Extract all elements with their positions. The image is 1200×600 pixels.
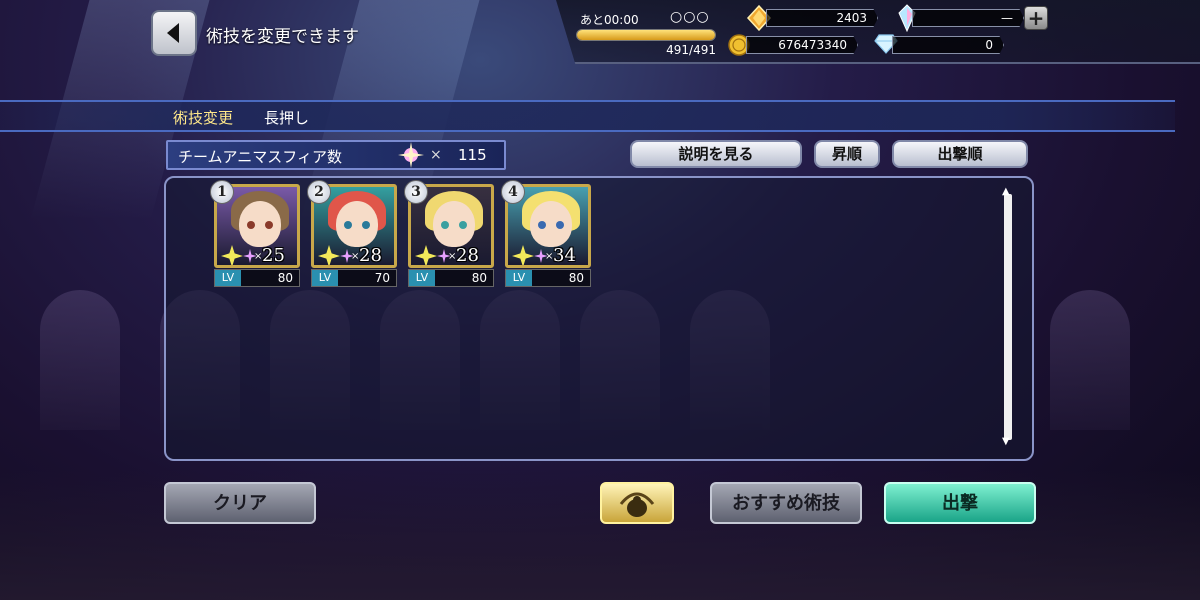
team-anima-label: チームアニマスフィア数 [178, 148, 342, 166]
team-anima-count: 115 [458, 146, 487, 164]
level-row: LV 80 [214, 269, 300, 287]
level-row: LV 80 [505, 269, 591, 287]
stamina-timer: あと00:00 [580, 13, 639, 27]
background-arch [1050, 290, 1130, 430]
back-arrow-icon [167, 23, 179, 43]
page-title: 術技を変更できます [206, 27, 359, 47]
scrollbar[interactable] [1004, 194, 1012, 440]
scroll-down-icon[interactable]: ▼ [1002, 436, 1010, 447]
character-card[interactable]: × 25 1 LV 80 [210, 180, 300, 288]
anima-count: 28 [359, 245, 382, 266]
sortie-button[interactable]: 出撃 [884, 482, 1036, 524]
character-eye [247, 221, 255, 229]
character-face [336, 201, 378, 247]
character-eye [362, 221, 370, 229]
scroll-up-icon[interactable]: ▲ [1002, 186, 1010, 197]
level-value: 70 [374, 271, 390, 285]
recommend-skills-button[interactable]: おすすめ術技 [710, 482, 862, 524]
stamina-value: 491/491 [666, 43, 716, 57]
character-face [530, 201, 572, 247]
section-hint: 長押し [264, 109, 310, 127]
explain-button[interactable]: 説明を見る [630, 140, 802, 168]
level-value: 80 [471, 271, 487, 285]
stamina-bar-fill [577, 30, 715, 40]
character-card[interactable]: × 34 4 LV 80 [501, 180, 591, 288]
clear-button[interactable]: クリア [164, 482, 316, 524]
character-eye [344, 221, 352, 229]
stamina-bar [576, 29, 716, 41]
character-eye [265, 221, 273, 229]
bag-icon [619, 492, 655, 517]
level-tag: LV [215, 270, 241, 286]
stamina-circles: ○○○ [670, 9, 710, 25]
anima-sphere-icon [398, 142, 424, 168]
character-face [433, 201, 475, 247]
item-bag-button[interactable] [600, 482, 674, 524]
background-arch [40, 290, 120, 430]
anima-count: 28 [456, 245, 479, 266]
character-eye [556, 221, 564, 229]
character-card[interactable]: × 28 3 LV 80 [404, 180, 494, 288]
level-value: 80 [568, 271, 584, 285]
order-badge: 1 [210, 180, 234, 204]
level-row: LV 70 [311, 269, 397, 287]
character-eye [459, 221, 467, 229]
order-badge: 4 [501, 180, 525, 204]
character-face [239, 201, 281, 247]
order-badge: 2 [307, 180, 331, 204]
character-card[interactable]: × 28 2 LV 70 [307, 180, 397, 288]
sortie-order-button[interactable]: 出撃順 [892, 140, 1028, 168]
level-row: LV 80 [408, 269, 494, 287]
character-eye [441, 221, 449, 229]
level-tag: LV [312, 270, 338, 286]
money-value: 676473340 [746, 36, 858, 54]
character-eye [538, 221, 546, 229]
anima-count: 25 [262, 245, 285, 266]
anima-count: 34 [553, 245, 576, 266]
gald-value: 2403 [766, 9, 878, 27]
crystal-value: — [912, 9, 1024, 27]
level-tag: LV [409, 270, 435, 286]
team-anima-times: × [430, 147, 442, 163]
order-badge: 3 [404, 180, 428, 204]
back-button[interactable] [151, 10, 197, 56]
add-crystal-button[interactable]: + [1024, 6, 1048, 30]
ascending-button[interactable]: 昇順 [814, 140, 880, 168]
level-value: 80 [277, 271, 293, 285]
diamond-value: 0 [892, 36, 1004, 54]
section-title: 術技変更 [173, 109, 234, 127]
level-tag: LV [506, 270, 532, 286]
